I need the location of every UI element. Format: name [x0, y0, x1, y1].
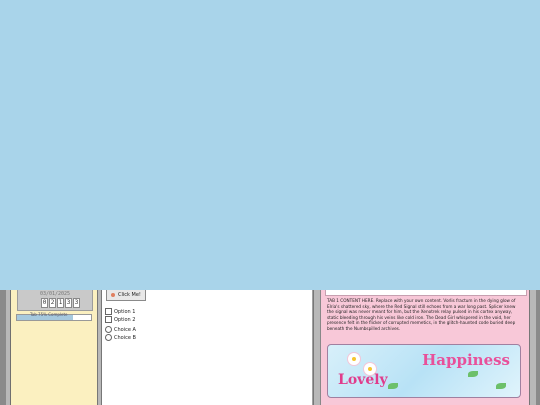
controls-panel: Click Me! Option 1 Option 2 Choice A Cho… — [102, 290, 313, 405]
radio-choice-a[interactable]: Choice A — [105, 326, 136, 333]
leaf-icon — [388, 383, 398, 389]
counter-digit: 3 — [73, 298, 80, 308]
radio-button[interactable] — [105, 326, 112, 333]
counter-digit: 3 — [65, 298, 72, 308]
leaf-icon — [468, 371, 478, 377]
content-text: TAB 1 CONTENT HERE. Replace with your ow… — [327, 298, 516, 331]
radio-choice-b[interactable]: Choice B — [105, 334, 136, 341]
counter-widget: 03/01/2025 0 2 1 3 3 — [17, 290, 93, 311]
counter-digit: 2 — [49, 298, 56, 308]
checkbox-option-1[interactable]: Option 1 — [105, 308, 135, 315]
app-window: 03/01/2025 0 2 1 3 3 Tab 75% Complete Cl… — [0, 290, 540, 405]
happiness-banner-image: Happiness Lovely — [327, 344, 521, 398]
radio-label: Choice A — [114, 326, 136, 333]
checkbox[interactable] — [105, 308, 112, 315]
desktop-background — [0, 0, 540, 290]
date-display: 03/01/2025 — [39, 291, 71, 297]
banner-word-happiness: Happiness — [422, 351, 510, 369]
radio-label: Choice B — [114, 334, 136, 341]
window-frame-right — [529, 290, 536, 405]
counter-digit: 1 — [57, 298, 64, 308]
tab-content-panel: TAB 1 CONTENT HERE. Replace with your ow… — [320, 290, 529, 405]
pane-divider[interactable] — [313, 290, 320, 405]
leaf-icon — [496, 383, 506, 389]
progress-label: Tab 75% Complete — [30, 312, 68, 317]
banner-word-lovely: Lovely — [338, 372, 388, 388]
checkbox-option-2[interactable]: Option 2 — [105, 316, 135, 323]
checkbox-label: Option 2 — [114, 316, 136, 323]
checkbox-label: Option 1 — [114, 308, 136, 315]
checkbox[interactable] — [105, 316, 112, 323]
radio-button[interactable] — [105, 334, 112, 341]
counter-digit: 0 — [41, 298, 48, 308]
click-me-button[interactable]: Click Me! — [106, 290, 146, 301]
content-header-strip — [325, 290, 527, 296]
visit-counter: 0 2 1 3 3 — [41, 298, 80, 308]
button-label: Click Me! — [118, 292, 141, 298]
star-icon — [111, 293, 115, 297]
sidebar: 03/01/2025 0 2 1 3 3 Tab 75% Complete — [11, 290, 98, 405]
flower-icon — [348, 353, 360, 365]
